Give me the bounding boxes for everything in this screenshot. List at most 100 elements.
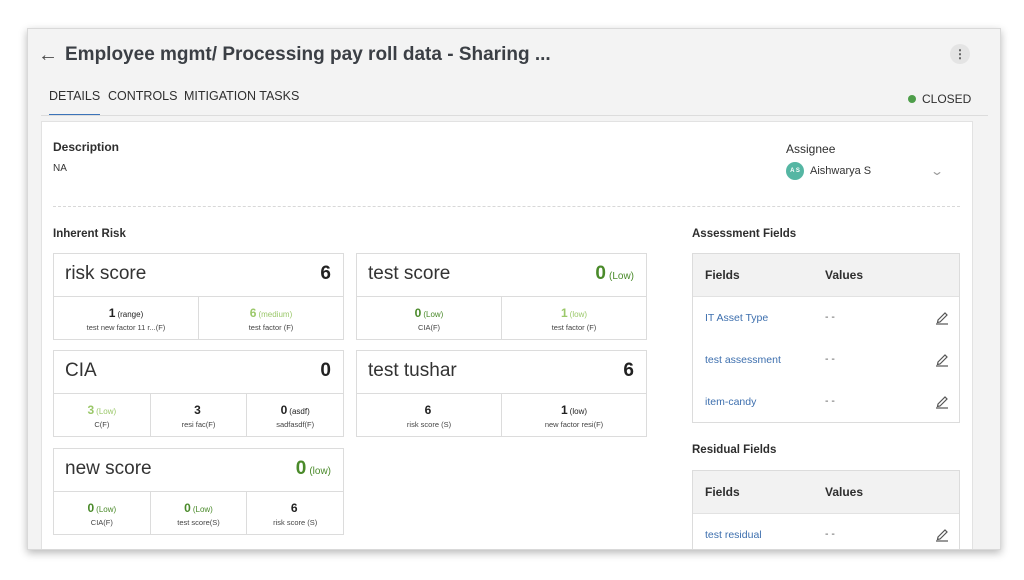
table-row: IT Asset Type - - [693,297,959,339]
assessment-fields-table: Fields Values IT Asset Type - - test ass… [692,253,960,423]
assignee-name: Aishwarya S [810,165,872,177]
field-value: - - [825,528,835,540]
factor-value: 1 [560,306,568,320]
factor-item: 6 risk score (S) [246,492,343,534]
factor-item: 1 (low) test factor (F) [501,297,646,339]
table-header: Fields Values [693,471,959,514]
factor-value: 6 [249,306,257,320]
card-title: test score [368,263,451,284]
edit-pencil-icon[interactable] [935,393,949,409]
factor-value: 1 [560,403,568,417]
description-label: Description [53,140,120,154]
factor-item: 6 (medium) test factor (F) [198,297,343,339]
factor-item: 0 (Low) test score(S) [149,492,247,534]
factor-value: 6 [424,403,432,417]
card-score: 0 [320,360,331,381]
score-card-new-score[interactable]: new score 0 (low) 0 (Low) CIA(F) 0 (Low) te… [53,448,344,535]
card-score: 0 (low) [295,458,331,479]
details-panel: Description NA Assignee A S Aishwarya S … [41,121,973,549]
card-score: 0 (Low) [595,263,634,284]
risk-detail-window: ← Employee mgmt/ Processing pay roll dat… [27,28,1001,550]
score-card-test-tushar[interactable]: test tushar 6 6 risk score (S) 1 (low) ne… [356,350,647,437]
page-title: Employee mgmt/ Processing pay roll data … [65,44,551,65]
factor-item: 6 risk score (S) [357,394,501,436]
field-link[interactable]: test residual [705,529,762,541]
factor-item: 3 resi fac(F) [149,394,247,436]
factor-name: risk score (S) [273,518,318,527]
description-value: NA [53,163,67,174]
assignee-label: Assignee [786,142,836,156]
factor-value: 1 [108,306,116,320]
factor-name: resi fac(F) [181,420,216,429]
tab-divider [41,115,988,116]
factor-qualifier: (Low) [192,505,213,514]
factor-list: 3 (Low) C(F) 3 resi fac(F) 0 (asdf) sadfas… [54,393,343,436]
factor-value: 0 [184,501,191,515]
field-value: - - [825,311,835,323]
factor-qualifier: (low) [569,407,588,416]
factor-value: 0 [414,306,422,320]
field-value: - - [825,353,835,365]
field-link[interactable]: test assessment [705,354,781,366]
factor-value: 0 [87,501,95,515]
status-dot-icon [908,95,916,103]
factor-name: test new factor 11 r...(F) [86,323,166,332]
tab-details[interactable]: DETAILS [49,89,101,116]
table-row: item-candy - - [693,381,959,423]
column-header-fields: Fields [705,485,740,499]
card-score: 6 [320,263,331,284]
factor-name: sadfasdf(F) [276,420,315,429]
edit-pencil-icon[interactable] [935,526,949,542]
edit-pencil-icon[interactable] [935,309,949,325]
card-title: test tushar [368,360,457,381]
factor-item: 1 (range) test new factor 11 r...(F) [54,297,198,339]
score-card-cia[interactable]: CIA 0 3 (Low) C(F) 3 resi fac(F) 0 (asdf) … [53,350,344,437]
section-divider [53,206,960,207]
factor-name: new factor resi(F) [544,420,604,429]
card-title: CIA [65,360,97,381]
column-header-values: Values [825,268,864,282]
status-badge: CLOSED [908,92,971,106]
factor-value: 3 [194,403,201,417]
field-value: - - [825,395,835,407]
status-label: CLOSED [922,92,972,106]
factor-item: 0 (Low) CIA(F) [54,492,150,534]
factor-item: 0 (asdf) sadfasdf(F) [246,394,343,436]
factor-qualifier: (low) [569,310,588,319]
score-card-risk-score[interactable]: risk score 6 1 (range) test new factor 11… [53,253,344,340]
factor-qualifier: (asdf) [289,407,310,416]
card-title: new score [65,458,152,479]
factor-list: 6 risk score (S) 1 (low) new factor resi(… [357,393,646,436]
tab-mitigation-tasks[interactable]: MITIGATION TASKS [184,89,299,114]
inherent-risk-label: Inherent Risk [53,228,126,240]
assessment-fields-label: Assessment Fields [692,228,797,240]
factor-qualifier: (Low) [96,505,117,514]
residual-fields-label: Residual Fields [692,444,777,456]
factor-list: 1 (range) test new factor 11 r...(F) 6 (me… [54,296,343,339]
table-row: test assessment - - [693,339,959,381]
factor-name: CIA(F) [417,323,441,332]
factor-list: 0 (Low) CIA(F) 1 (low) test factor (F) [357,296,646,339]
factor-qualifier: (Low) [96,407,117,416]
kebab-menu-icon[interactable]: ⋮ [950,44,970,64]
factor-name: test score(S) [177,518,220,527]
field-link[interactable]: IT Asset Type [705,312,768,324]
score-card-test-score[interactable]: test score 0 (Low) 0 (Low) CIA(F) 1 (low) t… [356,253,647,340]
table-header: Fields Values [693,254,959,297]
factor-name: test factor (F) [248,323,294,332]
tab-controls[interactable]: CONTROLS [108,89,177,114]
factor-list: 0 (Low) CIA(F) 0 (Low) test score(S) 6 ris… [54,491,343,534]
factor-name: risk score (S) [406,420,452,429]
table-row: test residual - - [693,514,959,549]
edit-pencil-icon[interactable] [935,351,949,367]
field-link[interactable]: item-candy [705,396,756,408]
factor-value: 0 [280,403,288,417]
factor-item: 0 (Low) CIA(F) [357,297,501,339]
chevron-down-icon[interactable]: ⌄ [930,164,944,178]
arrow-left-icon[interactable]: ← [38,42,58,68]
factor-item: 3 (Low) C(F) [54,394,150,436]
factor-qualifier: (medium) [258,310,293,319]
factor-name: C(F) [94,420,110,429]
card-score: 6 [623,360,634,381]
column-header-fields: Fields [705,268,740,282]
